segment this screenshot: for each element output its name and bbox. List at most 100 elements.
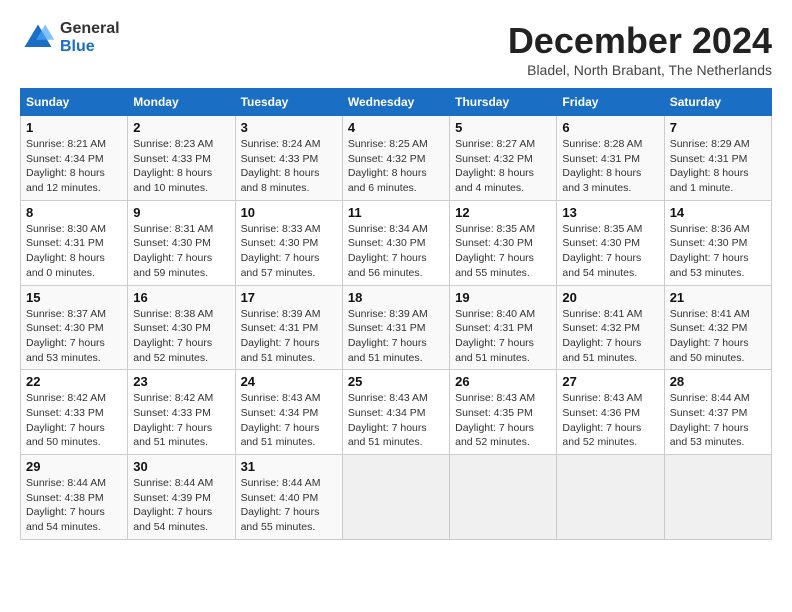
day-number: 5	[455, 120, 551, 135]
calendar-cell: 23 Sunrise: 8:42 AM Sunset: 4:33 PM Dayl…	[128, 370, 235, 455]
day-info: Sunrise: 8:38 AM Sunset: 4:30 PM Dayligh…	[133, 307, 229, 366]
day-number: 24	[241, 374, 337, 389]
calendar-cell: 13 Sunrise: 8:35 AM Sunset: 4:30 PM Dayl…	[557, 200, 664, 285]
day-number: 3	[241, 120, 337, 135]
day-of-week-header: Friday	[557, 89, 664, 116]
day-info: Sunrise: 8:37 AM Sunset: 4:30 PM Dayligh…	[26, 307, 122, 366]
calendar-header-row: SundayMondayTuesdayWednesdayThursdayFrid…	[21, 89, 772, 116]
day-number: 14	[670, 205, 766, 220]
calendar-cell: 11 Sunrise: 8:34 AM Sunset: 4:30 PM Dayl…	[342, 200, 449, 285]
day-number: 29	[26, 459, 122, 474]
day-number: 27	[562, 374, 658, 389]
day-info: Sunrise: 8:39 AM Sunset: 4:31 PM Dayligh…	[348, 307, 444, 366]
day-of-week-header: Tuesday	[235, 89, 342, 116]
calendar-cell: 26 Sunrise: 8:43 AM Sunset: 4:35 PM Dayl…	[450, 370, 557, 455]
day-info: Sunrise: 8:29 AM Sunset: 4:31 PM Dayligh…	[670, 137, 766, 196]
calendar-cell: 2 Sunrise: 8:23 AM Sunset: 4:33 PM Dayli…	[128, 116, 235, 201]
calendar-cell: 15 Sunrise: 8:37 AM Sunset: 4:30 PM Dayl…	[21, 285, 128, 370]
day-info: Sunrise: 8:39 AM Sunset: 4:31 PM Dayligh…	[241, 307, 337, 366]
header: General Blue December 2024 Bladel, North…	[20, 20, 772, 78]
day-number: 15	[26, 290, 122, 305]
day-number: 31	[241, 459, 337, 474]
day-info: Sunrise: 8:42 AM Sunset: 4:33 PM Dayligh…	[133, 391, 229, 450]
day-number: 13	[562, 205, 658, 220]
day-number: 16	[133, 290, 229, 305]
month-title: December 2024	[508, 20, 772, 62]
day-of-week-header: Sunday	[21, 89, 128, 116]
title-block: December 2024 Bladel, North Brabant, The…	[508, 20, 772, 78]
day-number: 25	[348, 374, 444, 389]
calendar-cell: 17 Sunrise: 8:39 AM Sunset: 4:31 PM Dayl…	[235, 285, 342, 370]
day-number: 8	[26, 205, 122, 220]
day-number: 19	[455, 290, 551, 305]
calendar-cell: 10 Sunrise: 8:33 AM Sunset: 4:30 PM Dayl…	[235, 200, 342, 285]
calendar-cell	[450, 455, 557, 540]
day-info: Sunrise: 8:44 AM Sunset: 4:37 PM Dayligh…	[670, 391, 766, 450]
calendar-cell: 8 Sunrise: 8:30 AM Sunset: 4:31 PM Dayli…	[21, 200, 128, 285]
day-number: 9	[133, 205, 229, 220]
day-info: Sunrise: 8:43 AM Sunset: 4:35 PM Dayligh…	[455, 391, 551, 450]
calendar-cell: 18 Sunrise: 8:39 AM Sunset: 4:31 PM Dayl…	[342, 285, 449, 370]
day-number: 4	[348, 120, 444, 135]
calendar-cell: 4 Sunrise: 8:25 AM Sunset: 4:32 PM Dayli…	[342, 116, 449, 201]
day-info: Sunrise: 8:28 AM Sunset: 4:31 PM Dayligh…	[562, 137, 658, 196]
logo-icon	[20, 20, 56, 56]
calendar-cell	[342, 455, 449, 540]
day-number: 2	[133, 120, 229, 135]
calendar-cell: 6 Sunrise: 8:28 AM Sunset: 4:31 PM Dayli…	[557, 116, 664, 201]
day-info: Sunrise: 8:41 AM Sunset: 4:32 PM Dayligh…	[670, 307, 766, 366]
day-number: 6	[562, 120, 658, 135]
day-info: Sunrise: 8:36 AM Sunset: 4:30 PM Dayligh…	[670, 222, 766, 281]
day-info: Sunrise: 8:41 AM Sunset: 4:32 PM Dayligh…	[562, 307, 658, 366]
calendar-cell: 19 Sunrise: 8:40 AM Sunset: 4:31 PM Dayl…	[450, 285, 557, 370]
day-info: Sunrise: 8:44 AM Sunset: 4:38 PM Dayligh…	[26, 476, 122, 535]
calendar-cell: 3 Sunrise: 8:24 AM Sunset: 4:33 PM Dayli…	[235, 116, 342, 201]
calendar-cell: 9 Sunrise: 8:31 AM Sunset: 4:30 PM Dayli…	[128, 200, 235, 285]
calendar-table: SundayMondayTuesdayWednesdayThursdayFrid…	[20, 88, 772, 540]
day-number: 11	[348, 205, 444, 220]
day-number: 12	[455, 205, 551, 220]
location-subtitle: Bladel, North Brabant, The Netherlands	[508, 62, 772, 78]
day-info: Sunrise: 8:34 AM Sunset: 4:30 PM Dayligh…	[348, 222, 444, 281]
calendar-cell	[557, 455, 664, 540]
day-number: 28	[670, 374, 766, 389]
calendar-cell	[664, 455, 771, 540]
calendar-body: 1 Sunrise: 8:21 AM Sunset: 4:34 PM Dayli…	[21, 116, 772, 540]
logo: General Blue	[20, 20, 120, 56]
calendar-cell: 12 Sunrise: 8:35 AM Sunset: 4:30 PM Dayl…	[450, 200, 557, 285]
logo-blue: Blue	[60, 38, 120, 56]
day-info: Sunrise: 8:43 AM Sunset: 4:36 PM Dayligh…	[562, 391, 658, 450]
day-of-week-header: Saturday	[664, 89, 771, 116]
day-info: Sunrise: 8:31 AM Sunset: 4:30 PM Dayligh…	[133, 222, 229, 281]
logo-general: General	[60, 20, 120, 38]
calendar-cell: 1 Sunrise: 8:21 AM Sunset: 4:34 PM Dayli…	[21, 116, 128, 201]
day-of-week-header: Thursday	[450, 89, 557, 116]
day-info: Sunrise: 8:40 AM Sunset: 4:31 PM Dayligh…	[455, 307, 551, 366]
calendar-cell: 5 Sunrise: 8:27 AM Sunset: 4:32 PM Dayli…	[450, 116, 557, 201]
calendar-cell: 22 Sunrise: 8:42 AM Sunset: 4:33 PM Dayl…	[21, 370, 128, 455]
calendar-cell: 20 Sunrise: 8:41 AM Sunset: 4:32 PM Dayl…	[557, 285, 664, 370]
day-info: Sunrise: 8:30 AM Sunset: 4:31 PM Dayligh…	[26, 222, 122, 281]
calendar-cell: 14 Sunrise: 8:36 AM Sunset: 4:30 PM Dayl…	[664, 200, 771, 285]
day-number: 22	[26, 374, 122, 389]
day-info: Sunrise: 8:21 AM Sunset: 4:34 PM Dayligh…	[26, 137, 122, 196]
calendar-cell: 25 Sunrise: 8:43 AM Sunset: 4:34 PM Dayl…	[342, 370, 449, 455]
calendar-week-row: 29 Sunrise: 8:44 AM Sunset: 4:38 PM Dayl…	[21, 455, 772, 540]
day-number: 7	[670, 120, 766, 135]
day-number: 18	[348, 290, 444, 305]
day-info: Sunrise: 8:44 AM Sunset: 4:39 PM Dayligh…	[133, 476, 229, 535]
calendar-week-row: 1 Sunrise: 8:21 AM Sunset: 4:34 PM Dayli…	[21, 116, 772, 201]
day-number: 1	[26, 120, 122, 135]
day-info: Sunrise: 8:43 AM Sunset: 4:34 PM Dayligh…	[348, 391, 444, 450]
calendar-cell: 29 Sunrise: 8:44 AM Sunset: 4:38 PM Dayl…	[21, 455, 128, 540]
calendar-cell: 28 Sunrise: 8:44 AM Sunset: 4:37 PM Dayl…	[664, 370, 771, 455]
day-info: Sunrise: 8:35 AM Sunset: 4:30 PM Dayligh…	[562, 222, 658, 281]
calendar-week-row: 15 Sunrise: 8:37 AM Sunset: 4:30 PM Dayl…	[21, 285, 772, 370]
calendar-cell: 24 Sunrise: 8:43 AM Sunset: 4:34 PM Dayl…	[235, 370, 342, 455]
calendar-cell: 30 Sunrise: 8:44 AM Sunset: 4:39 PM Dayl…	[128, 455, 235, 540]
calendar-week-row: 22 Sunrise: 8:42 AM Sunset: 4:33 PM Dayl…	[21, 370, 772, 455]
day-number: 10	[241, 205, 337, 220]
calendar-cell: 31 Sunrise: 8:44 AM Sunset: 4:40 PM Dayl…	[235, 455, 342, 540]
day-info: Sunrise: 8:24 AM Sunset: 4:33 PM Dayligh…	[241, 137, 337, 196]
day-info: Sunrise: 8:43 AM Sunset: 4:34 PM Dayligh…	[241, 391, 337, 450]
